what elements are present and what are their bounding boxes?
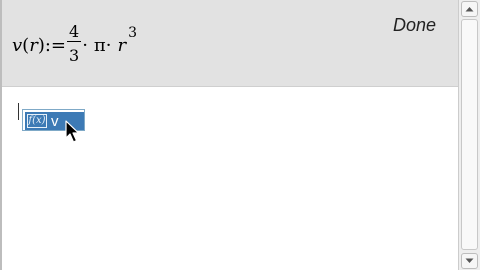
multiply-dot: · (82, 34, 88, 56)
power-base: r (117, 34, 127, 56)
function-icon: f(x) (27, 114, 47, 128)
mouse-pointer-icon (65, 120, 80, 143)
vertical-scrollbar[interactable] (458, 0, 480, 270)
fraction: 43 (67, 22, 82, 67)
open-paren: ( (22, 34, 30, 56)
scroll-up-arrow-icon (465, 7, 474, 12)
fraction-denominator: 3 (69, 46, 80, 65)
pi-symbol: π (93, 34, 106, 56)
function-name: v (12, 34, 23, 56)
history-expression: v(r):= 4 3 · π · r 3 (12, 14, 137, 76)
history-row[interactable]: v(r):= 4 3 · π · r 3 Done (2, 0, 458, 87)
suggestion-label: v (51, 112, 59, 130)
scroll-up-button[interactable] (461, 1, 478, 17)
calculator-page: v(r):= 4 3 · π · r 3 Done f(x) v (0, 0, 480, 270)
history-result: Done (393, 15, 437, 35)
fraction-numerator: 4 (67, 22, 82, 42)
function-argument: r (29, 34, 38, 56)
assign-operator: := (44, 34, 66, 56)
scroll-down-arrow-icon (465, 258, 474, 263)
power-exponent: 3 (128, 25, 138, 41)
close-paren: ) (37, 34, 45, 56)
multiply-dot: · (105, 34, 112, 56)
scroll-thumb[interactable] (461, 19, 478, 250)
scroll-down-button[interactable] (461, 253, 478, 269)
text-cursor (18, 103, 19, 120)
